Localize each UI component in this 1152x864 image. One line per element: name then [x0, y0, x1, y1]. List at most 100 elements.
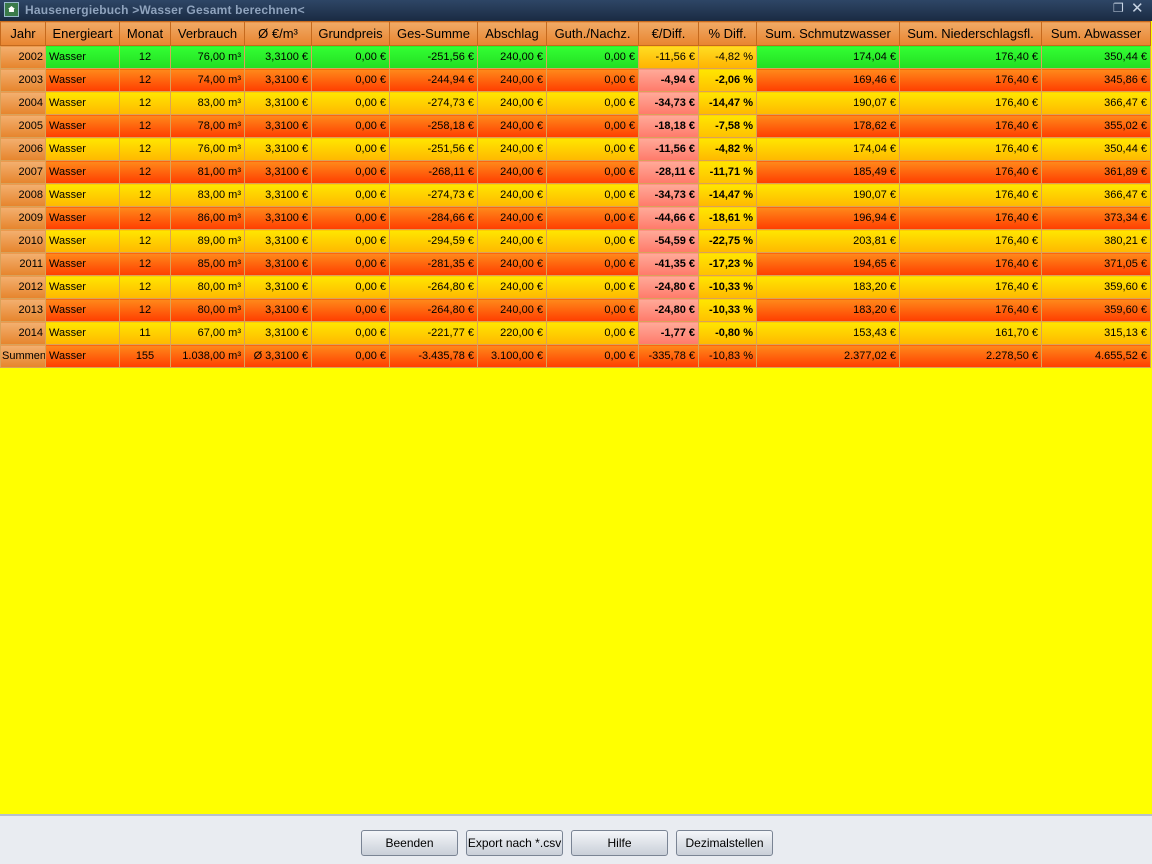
cell-total-sum[interactable]: -258,18 €	[389, 114, 478, 138]
cell-wastewater-sum[interactable]: 359,60 €	[1041, 298, 1151, 322]
cell-energy-type[interactable]: Wasser	[45, 344, 120, 368]
cell-rainwater-sum[interactable]: 161,70 €	[899, 321, 1042, 345]
cell-wastewater-sum[interactable]: 350,44 €	[1041, 137, 1151, 161]
cell-months[interactable]: 12	[119, 114, 171, 138]
table-row[interactable]: 2010 Wasser 12 89,00 m³ 3,3100 €0,00 € -294,5…	[0, 229, 1151, 253]
cell-base-price[interactable]: 0,00 €	[311, 160, 390, 184]
column-header-base-price[interactable]: Grundpreis	[311, 21, 390, 46]
cell-euro-diff[interactable]: -41,35 €	[638, 252, 699, 276]
cell-base-price[interactable]: 0,00 €	[311, 206, 390, 230]
cell-rainwater-sum[interactable]: 176,40 €	[899, 160, 1042, 184]
column-header-rainwater-sum[interactable]: Sum. Niederschlagsfl.	[899, 21, 1042, 46]
cell-year[interactable]: 2012	[0, 275, 46, 299]
cell-wastewater-sum[interactable]: 345,86 €	[1041, 68, 1151, 92]
cell-sewage-sum[interactable]: 190,07 €	[756, 91, 900, 115]
cell-months[interactable]: 155	[119, 344, 171, 368]
cell-wastewater-sum[interactable]: 350,44 €	[1041, 45, 1151, 69]
table-row[interactable]: 2012 Wasser 12 80,00 m³ 3,3100 €0,00 € -264,8…	[0, 275, 1151, 299]
cell-total-sum[interactable]: -284,66 €	[389, 206, 478, 230]
table-row[interactable]: 2014 Wasser 11 67,00 m³ 3,3100 €0,00 € -221,7…	[0, 321, 1151, 345]
cell-credit-backpay[interactable]: 0,00 €	[546, 160, 639, 184]
cell-months[interactable]: 12	[119, 45, 171, 69]
close-window-icon[interactable]: ✕	[1131, 0, 1144, 17]
cell-installment[interactable]: 240,00 €	[477, 45, 547, 69]
cell-euro-diff[interactable]: -24,80 €	[638, 298, 699, 322]
cell-year[interactable]: 2008	[0, 183, 46, 207]
cell-percent-diff[interactable]: -2,06 %	[698, 68, 757, 92]
restore-window-icon[interactable]: ❐	[1113, 1, 1124, 15]
column-header-wastewater-sum[interactable]: Sum. Abwasser	[1041, 21, 1151, 46]
column-header-sewage-sum[interactable]: Sum. Schmutzwasser	[756, 21, 900, 46]
cell-total-sum[interactable]: -264,80 €	[389, 298, 478, 322]
cell-percent-diff[interactable]: -10,33 %	[698, 275, 757, 299]
table-row[interactable]: 2007 Wasser 12 81,00 m³ 3,3100 €0,00 € -268,1…	[0, 160, 1151, 184]
cell-rainwater-sum[interactable]: 176,40 €	[899, 275, 1042, 299]
cell-credit-backpay[interactable]: 0,00 €	[546, 137, 639, 161]
cell-avg-price[interactable]: 3,3100 €	[244, 183, 312, 207]
cell-avg-price[interactable]: 3,3100 €	[244, 137, 312, 161]
cell-credit-backpay[interactable]: 0,00 €	[546, 114, 639, 138]
column-header-energy-type[interactable]: Energieart	[45, 21, 120, 46]
cell-percent-diff[interactable]: -14,47 %	[698, 183, 757, 207]
table-row[interactable]: 2003 Wasser 12 74,00 m³ 3,3100 €0,00 € -244,9…	[0, 68, 1151, 92]
table-row[interactable]: 2009 Wasser 12 86,00 m³ 3,3100 €0,00 € -284,6…	[0, 206, 1151, 230]
cell-euro-diff[interactable]: -11,56 €	[638, 137, 699, 161]
cell-total-sum[interactable]: -264,80 €	[389, 275, 478, 299]
cell-year[interactable]: 2014	[0, 321, 46, 345]
column-header-percent-diff[interactable]: % Diff.	[698, 21, 757, 46]
cell-rainwater-sum[interactable]: 176,40 €	[899, 229, 1042, 253]
export-csv-button[interactable]: Export nach *.csv	[466, 830, 563, 856]
cell-energy-type[interactable]: Wasser	[45, 229, 120, 253]
cell-months[interactable]: 12	[119, 183, 171, 207]
cell-base-price[interactable]: 0,00 €	[311, 183, 390, 207]
cell-avg-price[interactable]: 3,3100 €	[244, 275, 312, 299]
cell-percent-diff[interactable]: -7,58 %	[698, 114, 757, 138]
cell-installment[interactable]: 240,00 €	[477, 206, 547, 230]
cell-installment[interactable]: 240,00 €	[477, 275, 547, 299]
cell-sewage-sum[interactable]: 169,46 €	[756, 68, 900, 92]
cell-avg-price[interactable]: 3,3100 €	[244, 321, 312, 345]
cell-installment[interactable]: 3.100,00 €	[477, 344, 547, 368]
cell-percent-diff[interactable]: -0,80 %	[698, 321, 757, 345]
cell-wastewater-sum[interactable]: 355,02 €	[1041, 114, 1151, 138]
cell-energy-type[interactable]: Wasser	[45, 298, 120, 322]
cell-total-sum[interactable]: -251,56 €	[389, 45, 478, 69]
cell-wastewater-sum[interactable]: 361,89 €	[1041, 160, 1151, 184]
cell-total-sum[interactable]: -274,73 €	[389, 183, 478, 207]
cell-sewage-sum[interactable]: 183,20 €	[756, 298, 900, 322]
cell-months[interactable]: 12	[119, 137, 171, 161]
cell-months[interactable]: 12	[119, 252, 171, 276]
cell-months[interactable]: 12	[119, 68, 171, 92]
cell-rainwater-sum[interactable]: 176,40 €	[899, 252, 1042, 276]
cell-rainwater-sum[interactable]: 176,40 €	[899, 45, 1042, 69]
cell-consumption[interactable]: 76,00 m³	[170, 137, 245, 161]
decimal-places-button[interactable]: Dezimalstellen	[676, 830, 773, 856]
cell-consumption[interactable]: 89,00 m³	[170, 229, 245, 253]
cell-avg-price[interactable]: 3,3100 €	[244, 229, 312, 253]
cell-year[interactable]: 2006	[0, 137, 46, 161]
cell-sewage-sum[interactable]: 153,43 €	[756, 321, 900, 345]
column-header-months[interactable]: Monat	[119, 21, 171, 46]
cell-sewage-sum[interactable]: 194,65 €	[756, 252, 900, 276]
cell-energy-type[interactable]: Wasser	[45, 160, 120, 184]
cell-sewage-sum[interactable]: 2.377,02 €	[756, 344, 900, 368]
cell-installment[interactable]: 240,00 €	[477, 229, 547, 253]
cell-sewage-sum[interactable]: 185,49 €	[756, 160, 900, 184]
cell-avg-price[interactable]: 3,3100 €	[244, 68, 312, 92]
cell-wastewater-sum[interactable]: 366,47 €	[1041, 91, 1151, 115]
cell-percent-diff[interactable]: -10,33 %	[698, 298, 757, 322]
cell-rainwater-sum[interactable]: 176,40 €	[899, 183, 1042, 207]
cell-year[interactable]: 2010	[0, 229, 46, 253]
cell-euro-diff[interactable]: -34,73 €	[638, 91, 699, 115]
cell-consumption[interactable]: 80,00 m³	[170, 275, 245, 299]
cell-euro-diff[interactable]: -18,18 €	[638, 114, 699, 138]
cell-euro-diff[interactable]: -4,94 €	[638, 68, 699, 92]
cell-wastewater-sum[interactable]: 366,47 €	[1041, 183, 1151, 207]
cell-consumption[interactable]: 67,00 m³	[170, 321, 245, 345]
cell-consumption[interactable]: 81,00 m³	[170, 160, 245, 184]
cell-installment[interactable]: 240,00 €	[477, 68, 547, 92]
cell-months[interactable]: 12	[119, 91, 171, 115]
cell-euro-diff[interactable]: -28,11 €	[638, 160, 699, 184]
cell-credit-backpay[interactable]: 0,00 €	[546, 344, 639, 368]
cell-installment[interactable]: 240,00 €	[477, 298, 547, 322]
